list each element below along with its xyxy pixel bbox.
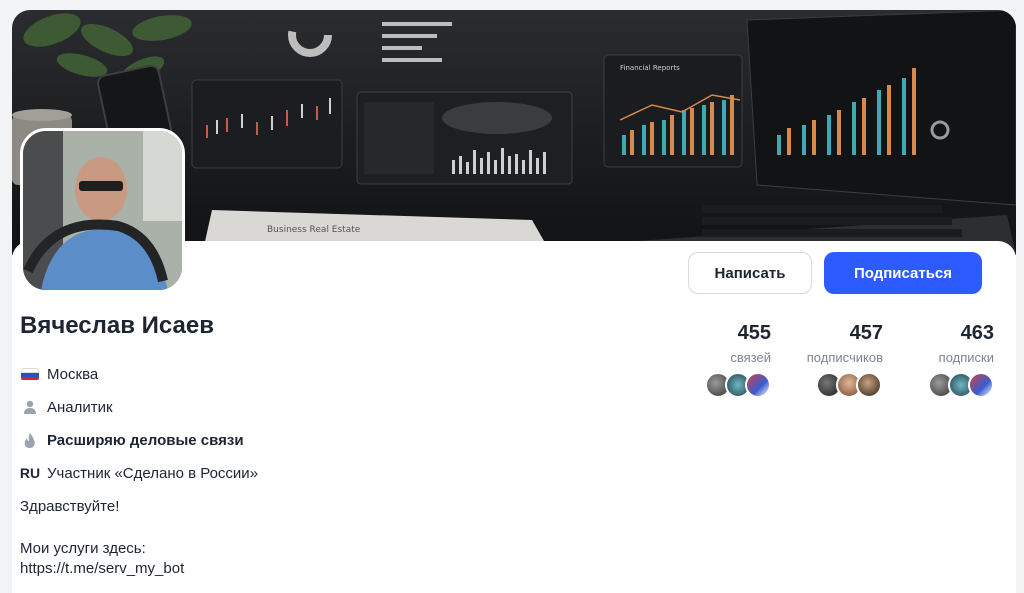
subscribe-button[interactable]: Подписаться <box>824 252 982 294</box>
avatar-photo <box>23 131 182 290</box>
paper-heading: Business Real Estate <box>267 225 361 235</box>
subscriptions-avatars[interactable] <box>928 372 994 398</box>
goal-text: Расширяю деловые связи <box>47 431 244 449</box>
person-icon <box>20 400 40 414</box>
write-message-button[interactable]: Написать <box>688 252 812 294</box>
city-text: Москва <box>47 365 99 383</box>
followers-avatars[interactable] <box>816 372 882 398</box>
avatar <box>968 372 994 398</box>
russia-flag-icon <box>20 367 40 381</box>
badge-text: Участник «Сделано в России» <box>47 464 259 482</box>
profile-card: Business Real Estate Financial Reports <box>12 10 1016 593</box>
avatar <box>745 372 771 398</box>
stat-label: подписки <box>938 350 994 365</box>
connections-avatars[interactable] <box>705 372 771 398</box>
flame-icon <box>20 432 40 448</box>
position-row: Аналитик <box>20 397 113 417</box>
stat-value: 463 <box>960 322 994 344</box>
profile-avatar[interactable] <box>20 128 185 293</box>
badge-row[interactable]: RU Участник «Сделано в России» <box>20 463 258 483</box>
city-row: Москва <box>20 364 98 384</box>
services-link[interactable]: https://t.me/serv_my_bot <box>20 560 184 577</box>
avatar <box>856 372 882 398</box>
badge-code: RU <box>19 465 41 481</box>
stat-subscriptions[interactable]: 463 подписки <box>844 322 994 365</box>
greeting-text: Здравствуйте! <box>20 498 120 515</box>
chart-heading: Financial Reports <box>620 64 680 72</box>
goal-row: Расширяю деловые связи <box>20 430 244 450</box>
position-text: Аналитик <box>47 398 113 416</box>
services-label: Мои услуги здесь: <box>20 540 146 557</box>
profile-name: Вячеслав Исаев <box>20 312 215 339</box>
